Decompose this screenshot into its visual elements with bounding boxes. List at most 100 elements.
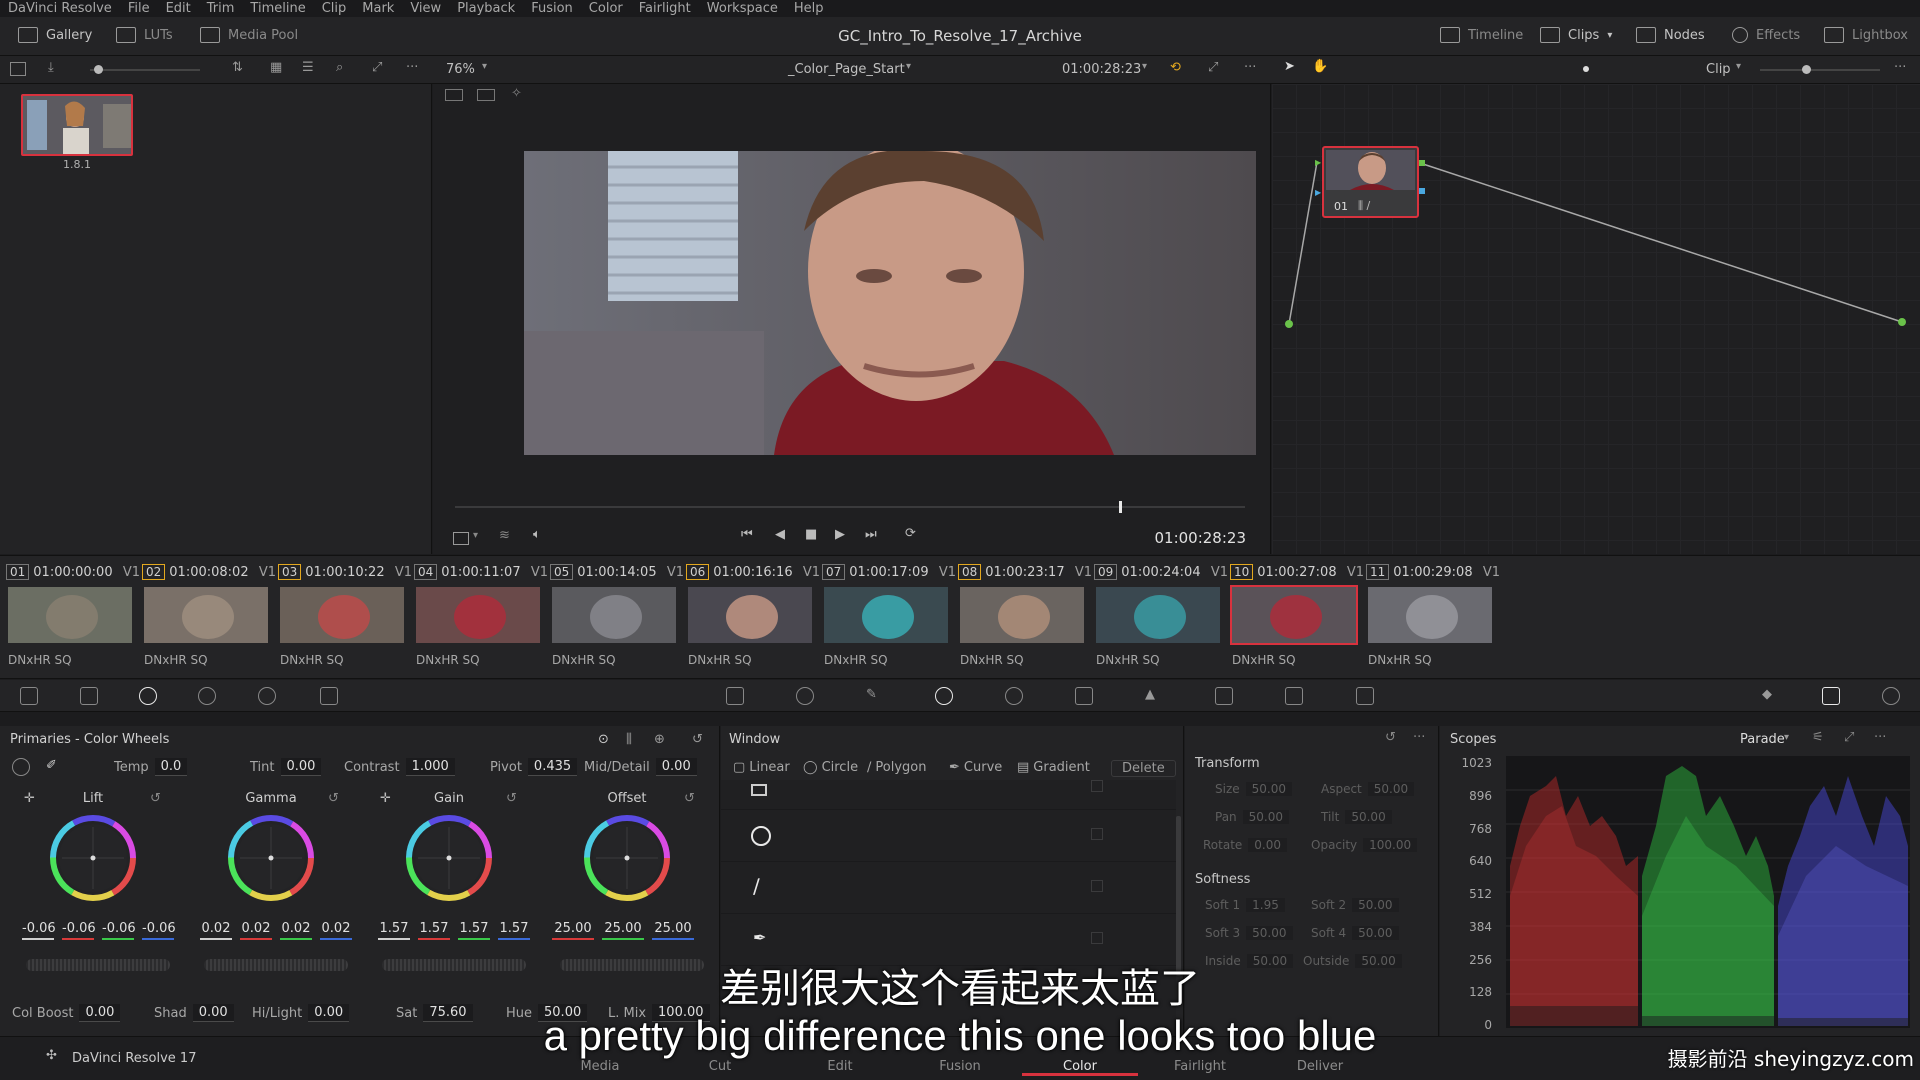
- pointer-icon[interactable]: ➤: [1284, 59, 1295, 74]
- camera-raw-icon[interactable]: [20, 687, 38, 705]
- clip-thumbnail[interactable]: [550, 585, 678, 645]
- clip-08[interactable]: 08 01:00:23:17 V1 DNxHR SQ: [958, 561, 1094, 675]
- transform-rotate[interactable]: Rotate 0.00: [1203, 838, 1288, 852]
- window-tool-circle[interactable]: ◯ Circle: [803, 760, 858, 775]
- play-icon[interactable]: ▶: [835, 527, 845, 542]
- sizing-icon[interactable]: [1285, 687, 1303, 705]
- lift-y-value[interactable]: -0.06: [22, 921, 56, 940]
- window-icon[interactable]: [935, 687, 953, 705]
- window-toggle[interactable]: [1091, 932, 1103, 944]
- clip-thumbnail[interactable]: [142, 585, 270, 645]
- playhead-handle[interactable]: [1118, 501, 1122, 513]
- search-icon[interactable]: ⌕: [336, 60, 343, 75]
- reset-icon[interactable]: ↺: [684, 791, 695, 806]
- window-tool-gradient[interactable]: ▤ Gradient: [1017, 760, 1090, 775]
- more-options-icon[interactable]: ···: [1244, 60, 1256, 75]
- slider-handle[interactable]: [94, 65, 103, 74]
- viewer-layout-icon[interactable]: [453, 532, 469, 545]
- tracker-icon[interactable]: [1005, 687, 1023, 705]
- window-toggle[interactable]: [1091, 828, 1103, 840]
- gain-y-value[interactable]: 1.57: [378, 921, 410, 940]
- menu-fusion[interactable]: Fusion: [531, 0, 573, 17]
- aspect-value[interactable]: 50.00: [1367, 782, 1415, 796]
- skip-to-start-icon[interactable]: ⏮︎: [741, 527, 753, 542]
- tint-control[interactable]: Tint 0.00: [250, 758, 322, 776]
- clip-thumbnail[interactable]: [958, 585, 1086, 645]
- transform-pan[interactable]: Pan 50.00: [1215, 810, 1290, 824]
- clip-06[interactable]: 06 01:00:16:16 V1 DNxHR SQ: [686, 561, 822, 675]
- window-toggle[interactable]: [1091, 780, 1103, 792]
- viewer-scrub-bar[interactable]: [455, 506, 1245, 508]
- rgb-mixer-icon[interactable]: [258, 687, 276, 705]
- softness-3[interactable]: Soft 3 50.00: [1205, 926, 1293, 940]
- viewer-mode-icon[interactable]: [445, 89, 463, 101]
- gamma-b-value[interactable]: 0.02: [320, 921, 352, 940]
- log-mode-icon[interactable]: ⊕: [654, 732, 665, 747]
- color-node-01[interactable]: 01 ⫼ ∕ ▶ ▶: [1315, 146, 1425, 218]
- reset-icon[interactable]: ↺: [692, 732, 703, 747]
- transform-opacity[interactable]: Opacity 100.00: [1311, 838, 1418, 852]
- tint-value[interactable]: 0.00: [280, 758, 322, 776]
- reset-icon[interactable]: ↺: [328, 791, 339, 806]
- panel-toggle-icon[interactable]: [10, 62, 26, 76]
- thumb-size-slider[interactable]: [90, 69, 200, 71]
- lift-b-value[interactable]: -0.06: [142, 921, 176, 940]
- soft2-value[interactable]: 50.00: [1352, 898, 1399, 912]
- menu-workspace[interactable]: Workspace: [707, 0, 778, 17]
- clip-thumbnail[interactable]: [1366, 585, 1494, 645]
- clip-thumbnail[interactable]: [278, 585, 406, 645]
- clip-10[interactable]: 10 01:00:27:08 V1 DNxHR SQ: [1230, 561, 1366, 675]
- layers-icon[interactable]: ≋: [499, 528, 510, 543]
- window-tool-linear[interactable]: ▢ Linear: [733, 760, 790, 775]
- more-options-icon[interactable]: ···: [406, 60, 418, 75]
- clip-02[interactable]: 02 01:00:08:02 V1 DNxHR SQ: [142, 561, 278, 675]
- soft4-value[interactable]: 50.00: [1352, 926, 1399, 940]
- keyframes-icon[interactable]: ◆: [1762, 687, 1780, 705]
- list-view-icon[interactable]: ☰: [302, 60, 314, 75]
- reset-icon[interactable]: ↺: [506, 791, 517, 806]
- size-value[interactable]: 50.00: [1245, 782, 1292, 796]
- window-row-polygon[interactable]: ∕: [721, 862, 1176, 914]
- menu-color[interactable]: Color: [589, 0, 623, 17]
- scopes-icon[interactable]: [1822, 687, 1840, 705]
- blur-icon[interactable]: ▲: [1145, 687, 1163, 705]
- gain-wheel[interactable]: [404, 813, 494, 903]
- color-match-icon[interactable]: [80, 687, 98, 705]
- picker-icon[interactable]: ✐: [46, 758, 57, 773]
- window-tool-curve[interactable]: ✒ Curve: [949, 760, 1002, 775]
- contrast-value[interactable]: 1.000: [405, 758, 455, 776]
- lift-r-value[interactable]: -0.06: [62, 921, 96, 940]
- transform-size[interactable]: Size 50.00: [1215, 782, 1292, 796]
- menu-clip[interactable]: Clip: [322, 0, 347, 17]
- rotate-value[interactable]: 0.00: [1248, 838, 1288, 852]
- more-options-icon[interactable]: ···: [1894, 60, 1906, 75]
- qualifier-icon[interactable]: ✎: [866, 687, 884, 705]
- viewer-image[interactable]: [524, 151, 1256, 455]
- node-editor[interactable]: 01 ⫼ ∕ ▶ ▶: [1272, 84, 1920, 554]
- clip-thumbnail[interactable]: [822, 585, 950, 645]
- fullscreen-icon[interactable]: ⤢: [1208, 60, 1218, 75]
- clip-thumbnail[interactable]: [686, 585, 814, 645]
- window-toggle[interactable]: [1091, 880, 1103, 892]
- timeline-name-dropdown[interactable]: _Color_Page_Start: [788, 62, 905, 77]
- temp-control[interactable]: Temp 0.0: [114, 758, 188, 776]
- auto-balance-icon[interactable]: [12, 758, 30, 776]
- gain-b-value[interactable]: 1.57: [498, 921, 530, 940]
- menu-file[interactable]: File: [128, 0, 150, 17]
- clip-thumbnail[interactable]: [1230, 585, 1358, 645]
- gamma-r-value[interactable]: 0.02: [240, 921, 272, 940]
- reset-icon[interactable]: ↺: [150, 791, 161, 806]
- 3d-icon[interactable]: [1356, 687, 1374, 705]
- curves-icon[interactable]: [726, 687, 744, 705]
- menu-view[interactable]: View: [410, 0, 441, 17]
- grid-view-icon[interactable]: ▦: [270, 60, 282, 75]
- split-screen-icon[interactable]: [477, 89, 495, 101]
- pivot-control[interactable]: Pivot 0.435: [490, 758, 578, 776]
- scope-settings-icon[interactable]: ⚟: [1812, 730, 1824, 745]
- clip-05[interactable]: 05 01:00:14:05 V1 DNxHR SQ: [550, 561, 686, 675]
- hdr-wheels-icon[interactable]: [198, 687, 216, 705]
- color-wheels-icon[interactable]: [139, 687, 157, 705]
- soft3-value[interactable]: 50.00: [1246, 926, 1293, 940]
- pivot-value[interactable]: 0.435: [527, 758, 578, 776]
- play-reverse-icon[interactable]: ◀: [775, 527, 785, 542]
